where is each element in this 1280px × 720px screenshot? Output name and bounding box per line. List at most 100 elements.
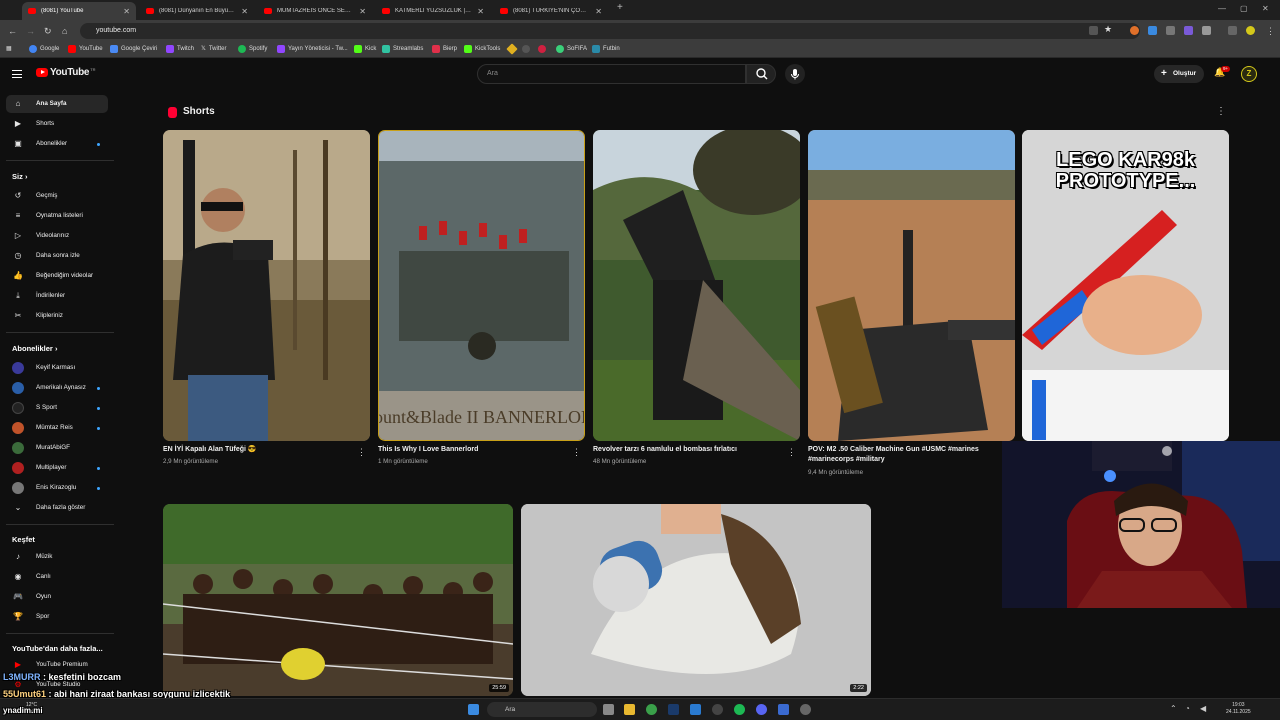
- cast-icon[interactable]: [1089, 26, 1098, 35]
- sidebar-channel[interactable]: Multiplayer: [6, 459, 108, 477]
- tab-video-4[interactable]: (8081) TÜRKİYE'NİN ÇÖZÜLEMİ... ✕: [494, 2, 608, 20]
- bookmark-twitter[interactable]: 𝕏 Twitter: [201, 45, 227, 53]
- bookmark-extra-1[interactable]: [506, 43, 519, 55]
- spotify-icon[interactable]: [734, 704, 745, 715]
- sidebar-item-sports[interactable]: 🏆 Spor: [6, 608, 108, 626]
- sidebar-item-playlists[interactable]: ≡ Oynatma listeleri: [6, 207, 108, 225]
- sidebar-item-shorts[interactable]: ▶ Shorts: [6, 115, 108, 133]
- window-close-icon[interactable]: ✕: [1262, 4, 1269, 13]
- short-thumbnail[interactable]: [163, 130, 370, 441]
- bookmark-extra-2[interactable]: [522, 45, 533, 53]
- url-input[interactable]: youtube.com: [80, 23, 1140, 39]
- sidebar-channel[interactable]: MuratAbiGF: [6, 439, 108, 457]
- bookmark-youtube[interactable]: YouTube: [68, 45, 103, 53]
- search-input[interactable]: Ara: [477, 64, 746, 84]
- short-title[interactable]: POV: M2 .50 Caliber Machine Gun #USMC #m…: [808, 445, 998, 464]
- short-thumbnail[interactable]: [593, 130, 800, 441]
- bookmark-streamer[interactable]: Yayın Yöneticisi - Tw...: [277, 45, 348, 53]
- wifi-icon[interactable]: ◔: [1185, 704, 1190, 713]
- close-icon[interactable]: ✕: [595, 7, 602, 16]
- obs-icon[interactable]: [712, 704, 723, 715]
- bookmark-spotify[interactable]: Spotify: [238, 45, 267, 53]
- windows-start-icon[interactable]: [468, 704, 479, 715]
- taskbar-search[interactable]: Ara: [487, 702, 597, 717]
- bookmark-futbin[interactable]: Futbin: [592, 45, 620, 53]
- more-options-icon[interactable]: ⋮: [357, 447, 366, 458]
- steam-icon[interactable]: [668, 704, 679, 715]
- forward-icon[interactable]: →: [26, 26, 35, 36]
- short-thumbnail[interactable]: [808, 130, 1015, 441]
- search-button[interactable]: [746, 64, 776, 84]
- short-thumbnail[interactable]: Mount&Blade II BANNERLORD: [378, 130, 585, 441]
- bookmark-twitch[interactable]: Twitch: [166, 45, 194, 53]
- short-title[interactable]: Revolver tarzı 6 namlulu el bombası fırl…: [593, 445, 773, 455]
- show-more-button[interactable]: ⌄ Daha fazla göster: [6, 499, 108, 517]
- bookmark-extra-3[interactable]: [538, 45, 549, 53]
- new-tab-button[interactable]: +: [617, 2, 623, 13]
- sidebar-item-watch-later[interactable]: ◷ Daha sonra izle: [6, 247, 108, 265]
- video-thumbnail[interactable]: 2:22: [521, 504, 871, 696]
- voice-search-button[interactable]: [785, 64, 805, 84]
- video-thumbnail[interactable]: 25:59: [163, 504, 513, 696]
- sidebar-item-your-videos[interactable]: ▷ Videolarınız: [6, 227, 108, 245]
- account-avatar[interactable]: Z: [1241, 66, 1257, 82]
- bookmark-sofifa[interactable]: SoFIFA: [556, 45, 587, 53]
- tab-video-2[interactable]: MÜMTAZREİS ÖNCE SEVİNDİ S... ✕: [258, 2, 372, 20]
- sidebar-channel[interactable]: Keyif Karması: [6, 359, 108, 377]
- bookmark-translate[interactable]: Google Çeviri: [110, 45, 157, 53]
- you-section-heading[interactable]: Siz ›: [12, 172, 27, 181]
- maximize-icon[interactable]: ▢: [1240, 4, 1248, 13]
- close-icon[interactable]: ✕: [241, 7, 248, 16]
- bookmark-kicktools[interactable]: KickTools: [464, 45, 500, 53]
- sidebar-item-subscriptions[interactable]: ▣ Abonelikler: [6, 135, 108, 153]
- sidebar-channel[interactable]: Enis Kirazoglu: [6, 479, 108, 497]
- task-view-icon[interactable]: [603, 704, 614, 715]
- app-icon[interactable]: [778, 704, 789, 715]
- short-title[interactable]: This Is Why I Love Bannerlord: [378, 445, 558, 455]
- sidebar-item-downloads[interactable]: ⤓ İndirilenler: [6, 287, 108, 305]
- app-icon[interactable]: [690, 704, 701, 715]
- bookmark-streamlabs[interactable]: Streamlabs: [382, 45, 423, 53]
- volume-icon[interactable]: ◀: [1200, 704, 1206, 713]
- tab-video-3[interactable]: KATMERLİ YÜZSÜZLÜK | Stride... ✕: [376, 2, 490, 20]
- taskbar-clock[interactable]: 19:03 24.11.2025: [1226, 702, 1251, 716]
- sidebar-channel[interactable]: Mümtaz Reis: [6, 419, 108, 437]
- file-explorer-icon[interactable]: [624, 704, 635, 715]
- menu-dots-icon[interactable]: ⋮: [1266, 26, 1275, 37]
- short-title[interactable]: EN İYİ Kapalı Alan Tüfeği 😎: [163, 445, 343, 455]
- tray-chevron-icon[interactable]: ⌃: [1170, 704, 1177, 713]
- apps-grid-icon[interactable]: ▦: [6, 45, 12, 52]
- sidebar-channel[interactable]: S Sport: [6, 399, 108, 417]
- bookmark-kick[interactable]: Kick: [354, 45, 376, 53]
- sidebar-channel[interactable]: Amerikalı Aynasız: [6, 379, 108, 397]
- extension-icon[interactable]: [1184, 26, 1193, 35]
- back-icon[interactable]: ←: [8, 26, 17, 36]
- subscriptions-section-heading[interactable]: Abonelikler ›: [12, 344, 57, 353]
- extensions-puzzle-icon[interactable]: [1202, 26, 1211, 35]
- section-menu-icon[interactable]: ⋮: [1216, 106, 1226, 117]
- create-button[interactable]: Oluştur: [1154, 65, 1204, 83]
- sidebar-item-history[interactable]: ↺ Geçmiş: [6, 187, 108, 205]
- sidebar-item-gaming[interactable]: 🎮 Oyun: [6, 588, 108, 606]
- bookmark-google[interactable]: Google: [29, 45, 59, 53]
- youtube-logo[interactable]: YouTube TR: [36, 67, 96, 78]
- more-options-icon[interactable]: ⋮: [787, 447, 796, 458]
- reload-icon[interactable]: ↻: [44, 26, 52, 37]
- short-thumbnail[interactable]: LEGO KAR98k PROTOTYPE...: [1022, 130, 1229, 441]
- extension-icon[interactable]: [1148, 26, 1157, 35]
- more-options-icon[interactable]: ⋮: [572, 447, 581, 458]
- bookmark-bierp[interactable]: Bierp: [432, 45, 457, 53]
- home-icon[interactable]: ⌂: [62, 26, 67, 36]
- close-icon[interactable]: ✕: [123, 7, 130, 16]
- sidebar-item-music[interactable]: ♪ Müzik: [6, 548, 108, 566]
- sidebar-item-clips[interactable]: ✂ Klipleriniz: [6, 307, 108, 325]
- tab-video-1[interactable]: (8081) Dünyanın En Büyük 'Yer... ✕: [140, 2, 254, 20]
- sidebar-item-home[interactable]: ⌂ Ana Sayfa: [6, 95, 108, 113]
- bookmark-star-icon[interactable]: ★: [1104, 24, 1113, 34]
- chrome-icon[interactable]: [646, 704, 657, 715]
- close-icon[interactable]: ✕: [477, 7, 484, 16]
- app-icon[interactable]: [800, 704, 811, 715]
- discord-icon[interactable]: [756, 704, 767, 715]
- profile-icon[interactable]: [1246, 26, 1255, 35]
- sidebar-item-live[interactable]: ◉ Canlı: [6, 568, 108, 586]
